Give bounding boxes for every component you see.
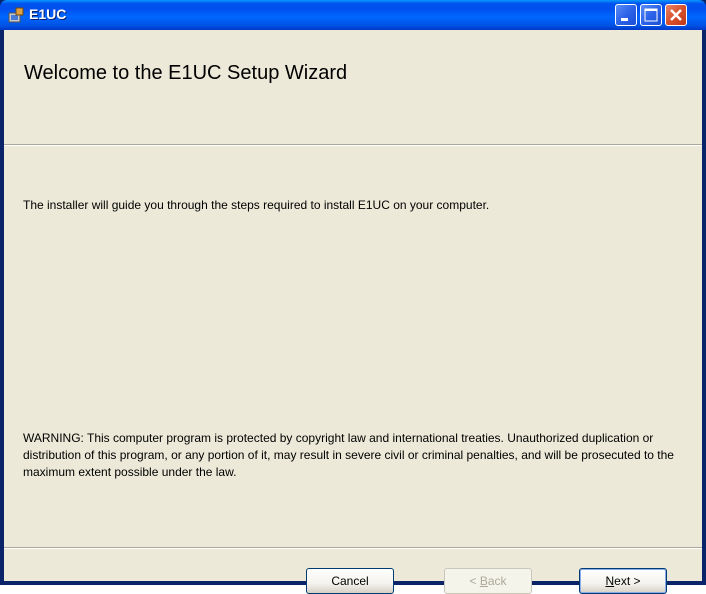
wizard-banner: Welcome to the E1UC Setup Wizard [4,30,702,116]
intro-text: The installer will guide you through the… [23,198,490,212]
close-button[interactable] [665,4,687,26]
minimize-button[interactable] [615,4,637,26]
installer-icon [8,7,24,23]
wizard-client-area: Welcome to the E1UC Setup Wizard The ins… [4,30,702,594]
copyright-warning: WARNING: This computer program is protec… [23,431,674,479]
next-accel-key: N [605,574,615,588]
back-button[interactable]: < Back [444,568,532,594]
banner-divider [4,144,702,146]
title-bar[interactable]: E1UC [0,0,706,30]
setup-window: E1UC Welcome to the E1UC Setup Wizard Th… [0,0,706,594]
next-label-rest: ext > [614,574,641,588]
cancel-button[interactable]: Cancel [306,568,394,594]
back-label-prefix: < [469,574,480,588]
next-button[interactable]: Next > [579,568,667,594]
button-divider [4,547,702,549]
wizard-heading: Welcome to the E1UC Setup Wizard [24,62,348,84]
back-label-rest: ack [487,574,507,588]
close-icon [670,9,682,21]
window-title: E1UC [29,6,67,22]
maximize-button[interactable] [640,4,662,26]
back-accel-key: B [479,574,488,588]
